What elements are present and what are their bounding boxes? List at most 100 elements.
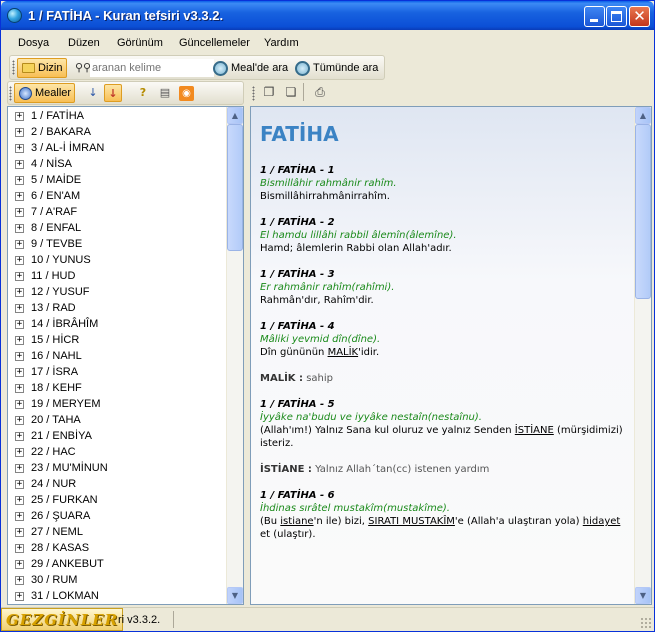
close-button[interactable]: ✕: [629, 6, 650, 27]
sura-tree-item[interactable]: +22 / HAC: [8, 445, 228, 461]
sura-tree-item[interactable]: +23 / MU'MİNUN: [8, 461, 228, 477]
expand-icon[interactable]: +: [15, 400, 24, 409]
toolbar-grip[interactable]: [9, 86, 12, 101]
expand-icon[interactable]: +: [15, 304, 24, 313]
expand-icon[interactable]: +: [15, 544, 24, 553]
expand-icon[interactable]: +: [15, 528, 24, 537]
copy-icon[interactable]: ❐: [261, 84, 277, 100]
expand-icon[interactable]: +: [15, 432, 24, 441]
search-meal-button[interactable]: Meal'de ara: [211, 58, 290, 78]
help-icon[interactable]: ?: [134, 84, 152, 102]
scroll-up-icon[interactable]: ▲: [635, 107, 651, 124]
glossary-link-istiane[interactable]: istiane: [280, 516, 313, 527]
sura-tree-item[interactable]: +13 / RAD: [8, 301, 228, 317]
sura-tree-item[interactable]: +19 / MERYEM: [8, 397, 228, 413]
sura-tree-item[interactable]: +26 / ŞUARA: [8, 509, 228, 525]
minimize-button[interactable]: [584, 6, 605, 27]
menu-guncellemeler[interactable]: Güncellemeler: [179, 37, 250, 49]
glossary-link-hidayet[interactable]: hidayet: [583, 516, 621, 527]
expand-icon[interactable]: +: [15, 384, 24, 393]
expand-icon[interactable]: +: [15, 368, 24, 377]
scroll-thumb[interactable]: [635, 124, 651, 299]
sura-tree-item[interactable]: +21 / ENBİYA: [8, 429, 228, 445]
menu-gorunum[interactable]: Görünüm: [117, 37, 163, 49]
glossary-link-istiane[interactable]: İSTİANE: [515, 425, 554, 436]
sura-tree-item[interactable]: +6 / EN'AM: [8, 189, 228, 205]
expand-icon[interactable]: +: [15, 512, 24, 521]
expand-icon[interactable]: +: [15, 144, 24, 153]
sura-tree-item[interactable]: +28 / KASAS: [8, 541, 228, 557]
sura-tree-item[interactable]: +12 / YUSUF: [8, 285, 228, 301]
sura-tree-item[interactable]: +9 / TEVBE: [8, 237, 228, 253]
sura-tree-item[interactable]: +4 / NİSA: [8, 157, 228, 173]
sura-tree-item[interactable]: +29 / ANKEBUT: [8, 557, 228, 573]
expand-icon[interactable]: +: [15, 336, 24, 345]
expand-icon[interactable]: +: [15, 416, 24, 425]
sura-tree-item[interactable]: +2 / BAKARA: [8, 125, 228, 141]
sura-tree-item[interactable]: +5 / MAİDE: [8, 173, 228, 189]
sura-tree-item[interactable]: +31 / LOKMAN: [8, 589, 228, 604]
sort-desc-icon[interactable]: ↓: [104, 84, 122, 102]
resize-grip[interactable]: [640, 617, 652, 629]
expand-icon[interactable]: +: [15, 448, 24, 457]
tefsir-content-pane[interactable]: FATİHA 1 / FATİHA - 1 Bismillâhir rahmân…: [250, 106, 652, 605]
glossary-link-sirati-mustakim[interactable]: SIRATI MUSTAKÎM: [368, 516, 455, 527]
rss-icon[interactable]: ◉: [179, 86, 194, 101]
print-icon[interactable]: ⎙: [312, 84, 328, 100]
expand-icon[interactable]: +: [15, 288, 24, 297]
expand-icon[interactable]: +: [15, 352, 24, 361]
mealler-button[interactable]: Mealler: [14, 83, 75, 103]
sura-tree-item[interactable]: +1 / FATİHA: [8, 109, 228, 125]
expand-icon[interactable]: +: [15, 128, 24, 137]
expand-icon[interactable]: +: [15, 160, 24, 169]
sura-tree-item[interactable]: +24 / NUR: [8, 477, 228, 493]
scroll-down-icon[interactable]: ▼: [635, 587, 651, 604]
search-all-button[interactable]: Tümünde ara: [293, 58, 380, 78]
title-bar[interactable]: 1 / FATİHA - Kuran tefsiri v3.3.2. ✕: [1, 1, 654, 30]
expand-icon[interactable]: +: [15, 320, 24, 329]
expand-icon[interactable]: +: [15, 256, 24, 265]
expand-icon[interactable]: +: [15, 112, 24, 121]
toolbar-grip[interactable]: [252, 86, 255, 101]
sura-tree-item[interactable]: +16 / NAHL: [8, 349, 228, 365]
maximize-button[interactable]: [606, 6, 627, 27]
expand-icon[interactable]: +: [15, 224, 24, 233]
menu-duzen[interactable]: Düzen: [68, 37, 100, 49]
sura-tree-scrollbar[interactable]: ▲ ▼: [226, 107, 243, 604]
sura-tree-item[interactable]: +25 / FURKAN: [8, 493, 228, 509]
sura-tree-item[interactable]: +17 / İSRA: [8, 365, 228, 381]
glossary-link-malik[interactable]: MALİK: [328, 347, 359, 358]
scroll-thumb[interactable]: [227, 124, 243, 251]
sura-tree-item[interactable]: +7 / A'RAF: [8, 205, 228, 221]
sura-tree-item[interactable]: +30 / RUM: [8, 573, 228, 589]
scroll-down-icon[interactable]: ▼: [227, 587, 243, 604]
toolbar-grip[interactable]: [12, 60, 15, 75]
expand-icon[interactable]: +: [15, 272, 24, 281]
sura-tree-item[interactable]: +20 / TAHA: [8, 413, 228, 429]
sura-tree-item[interactable]: +14 / İBRÂHÎM: [8, 317, 228, 333]
sura-tree-item[interactable]: +3 / AL-İ İMRAN: [8, 141, 228, 157]
paste-icon[interactable]: ❏: [283, 84, 299, 100]
sura-tree[interactable]: +1 / FATİHA +2 / BAKARA +3 / AL-İ İMRAN +4 …: [7, 106, 244, 605]
menu-yardim[interactable]: Yardım: [264, 37, 299, 49]
sort-asc-icon[interactable]: ↓: [84, 84, 102, 102]
expand-icon[interactable]: +: [15, 576, 24, 585]
content-scrollbar[interactable]: ▲ ▼: [634, 107, 651, 604]
search-input[interactable]: [90, 59, 214, 77]
sura-tree-item[interactable]: +8 / ENFAL: [8, 221, 228, 237]
scroll-up-icon[interactable]: ▲: [227, 107, 243, 124]
expand-icon[interactable]: +: [15, 208, 24, 217]
menu-dosya[interactable]: Dosya: [18, 37, 49, 49]
expand-icon[interactable]: +: [15, 176, 24, 185]
expand-icon[interactable]: +: [15, 592, 24, 601]
expand-icon[interactable]: +: [15, 464, 24, 473]
notes-icon[interactable]: ▤: [156, 84, 174, 102]
sura-tree-item[interactable]: +10 / YUNUS: [8, 253, 228, 269]
expand-icon[interactable]: +: [15, 560, 24, 569]
sura-tree-item[interactable]: +18 / KEHF: [8, 381, 228, 397]
sura-tree-item[interactable]: +15 / HİCR: [8, 333, 228, 349]
expand-icon[interactable]: +: [15, 240, 24, 249]
sura-tree-item[interactable]: +27 / NEML: [8, 525, 228, 541]
expand-icon[interactable]: +: [15, 496, 24, 505]
dizin-button[interactable]: Dizin: [17, 58, 67, 78]
